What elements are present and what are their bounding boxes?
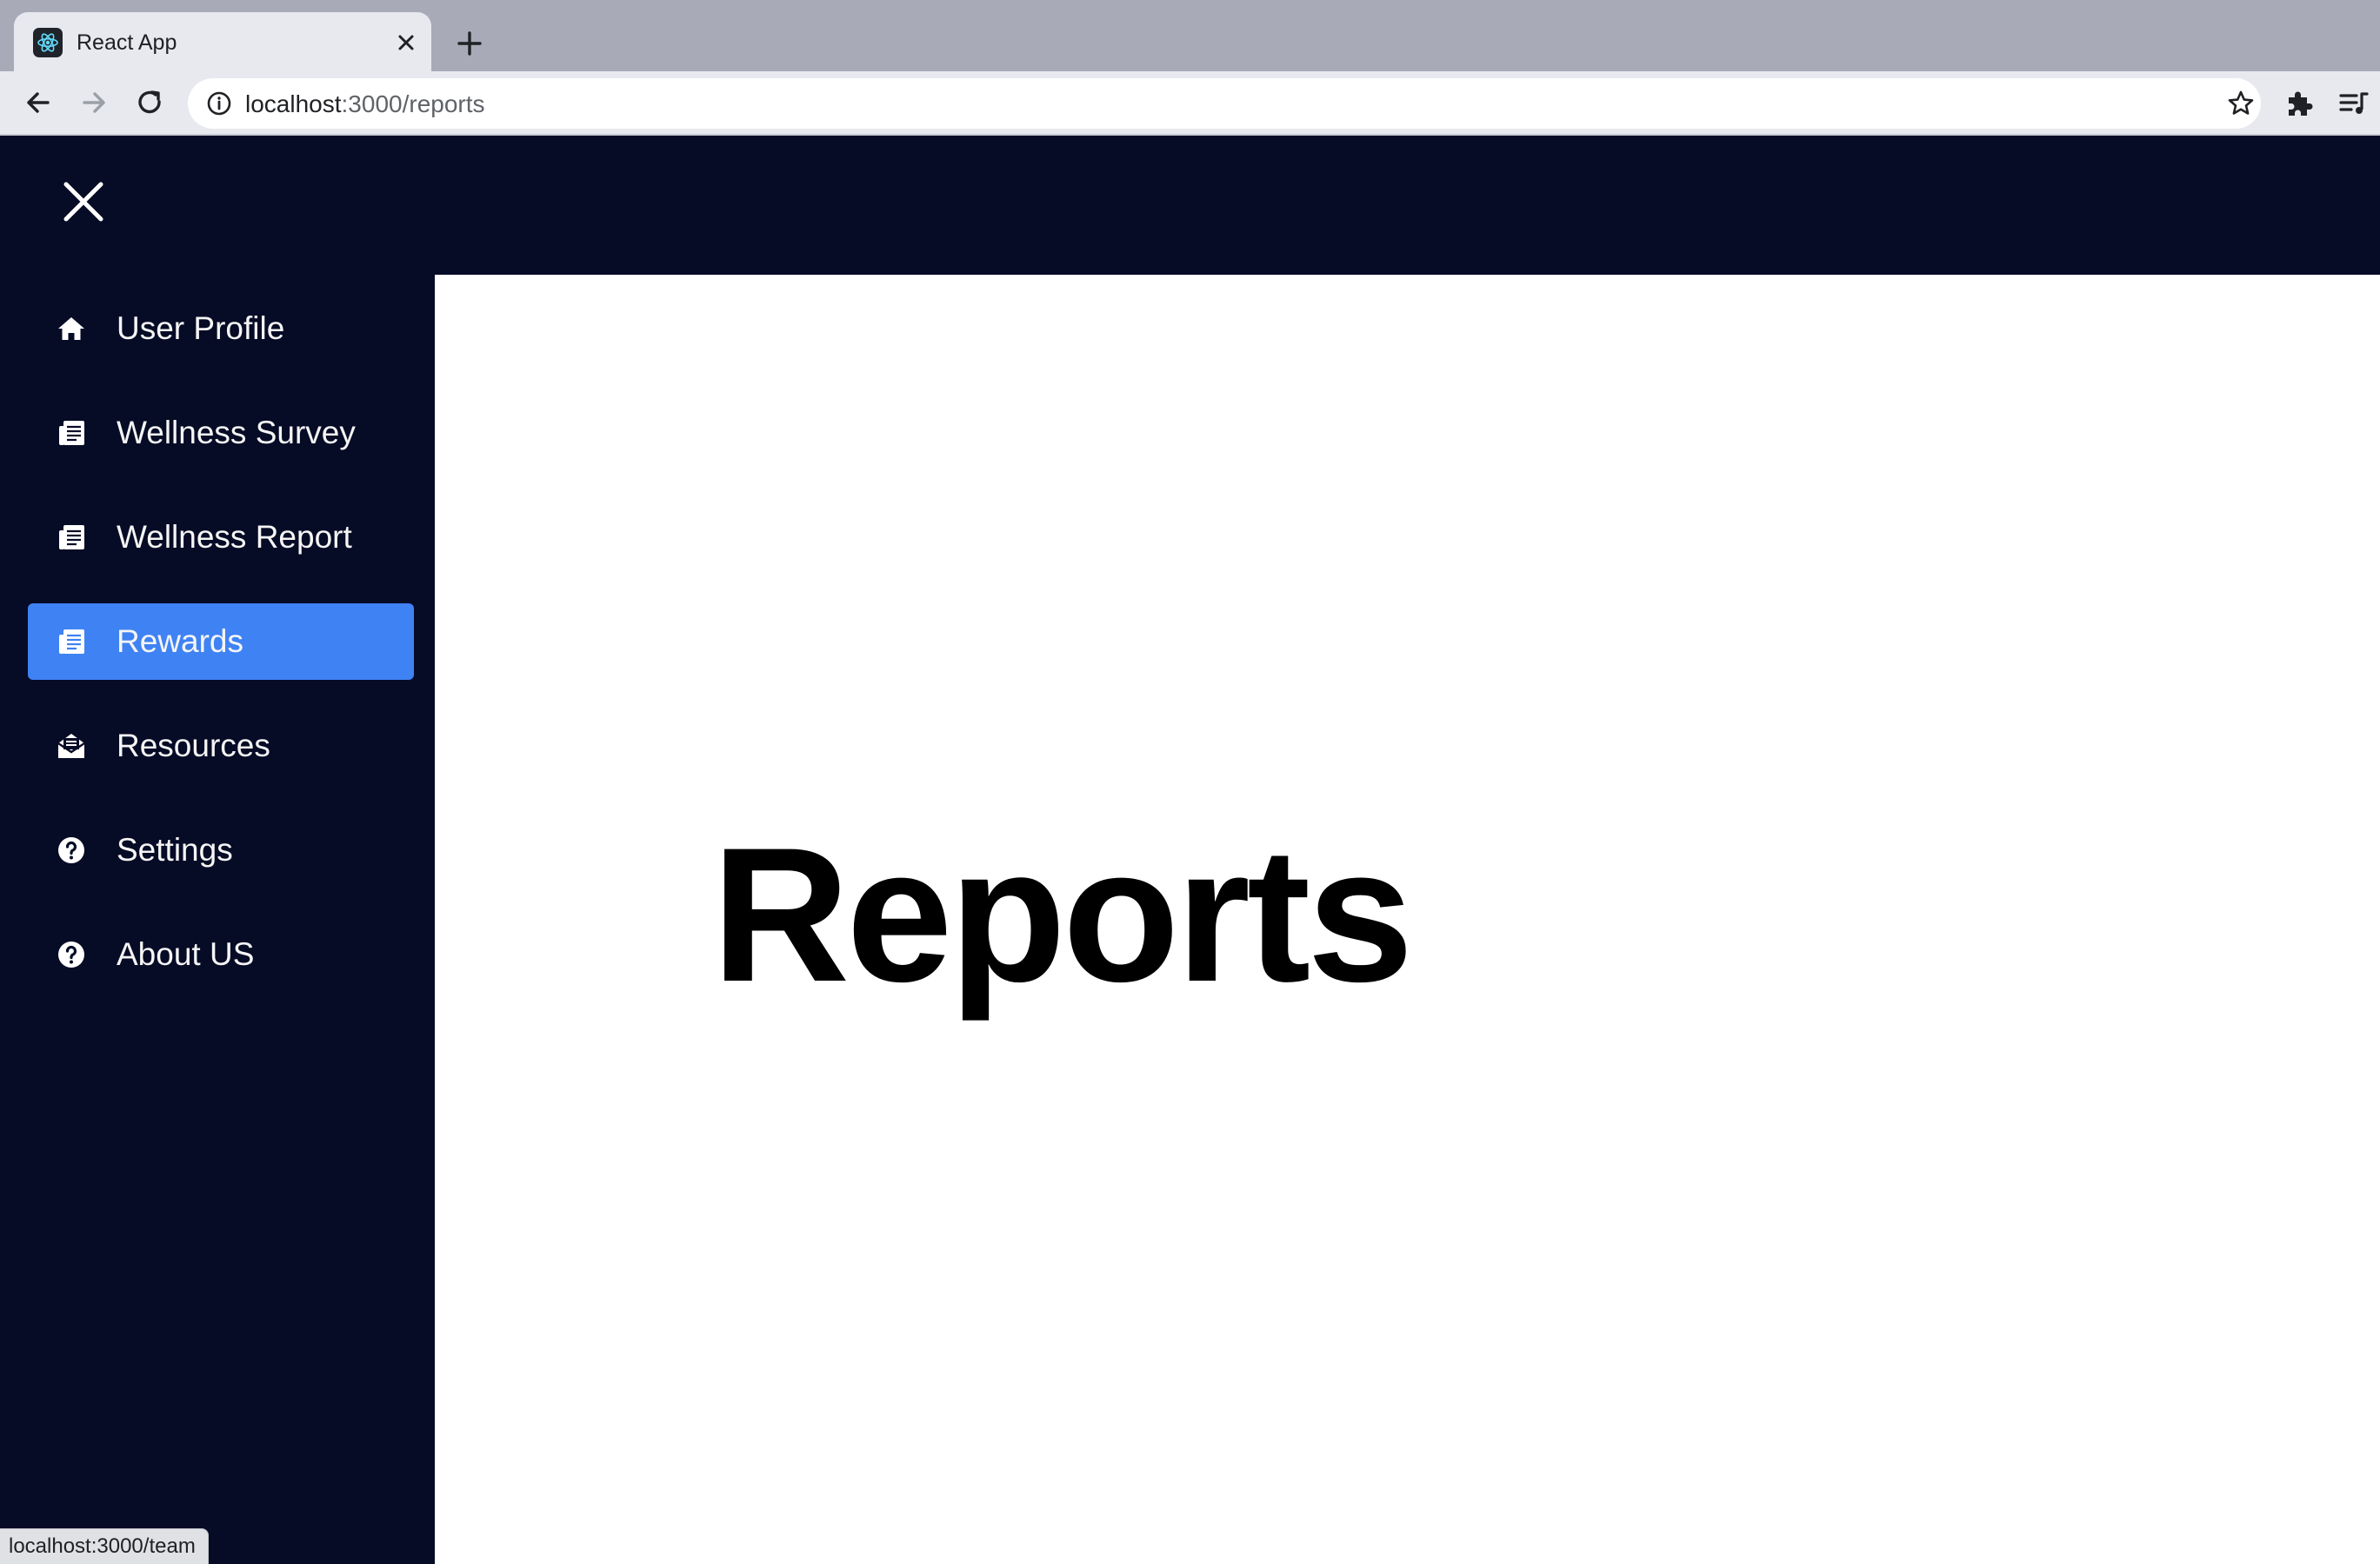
extensions-puzzle-icon[interactable]	[2282, 87, 2315, 120]
new-tab-plus-icon[interactable]	[452, 26, 487, 61]
sidebar-nav: User Profile Wellness Survey Wellness Re…	[0, 275, 435, 1564]
tab-title: React App	[77, 30, 177, 55]
sidebar-item-label: Settings	[117, 832, 233, 868]
sidebar-item-label: User Profile	[117, 310, 285, 346]
react-favicon-icon	[33, 28, 63, 57]
main-content: Reports	[435, 275, 2380, 1564]
bookmark-star-icon[interactable]	[2226, 89, 2256, 118]
home-icon	[58, 317, 84, 340]
sidebar-item-resources[interactable]: Resources	[28, 708, 414, 784]
link-status-bubble: localhost:3000/team	[0, 1528, 209, 1564]
back-arrow-icon[interactable]	[21, 85, 56, 120]
browser-tab[interactable]: React App	[14, 12, 431, 71]
sidebar-item-label: Wellness Survey	[117, 415, 356, 450]
reload-icon[interactable]	[132, 85, 167, 120]
url-path: :3000/reports	[341, 90, 485, 117]
sidebar-item-label: Rewards	[117, 623, 243, 659]
address-bar[interactable]: localhost:3000/reports	[188, 78, 2261, 129]
forward-arrow-icon[interactable]	[77, 85, 111, 120]
document-icon	[59, 421, 84, 445]
sidebar-item-rewards[interactable]: Rewards	[28, 603, 414, 680]
envelope-open-icon	[57, 734, 85, 758]
sidebar-item-label: About US	[117, 936, 255, 972]
close-menu-icon[interactable]	[59, 177, 108, 226]
question-circle-icon	[58, 942, 84, 968]
sidebar-item-wellness-survey[interactable]: Wellness Survey	[28, 395, 414, 471]
url-text: localhost:3000/reports	[245, 90, 485, 118]
sidebar-item-about-us[interactable]: About US	[28, 916, 414, 993]
question-circle-icon	[58, 837, 84, 863]
url-host: localhost	[245, 90, 342, 117]
browser-toolbar: localhost:3000/reports	[0, 71, 2380, 136]
app-topbar	[0, 136, 2380, 275]
browser-tabstrip: React App	[0, 0, 2380, 71]
site-info-icon[interactable]	[205, 90, 233, 117]
tab-close-icon[interactable]	[393, 30, 419, 56]
media-queue-icon[interactable]	[2337, 87, 2370, 120]
sidebar-item-label: Wellness Report	[117, 519, 352, 555]
page-title: Reports	[711, 808, 1413, 1022]
sidebar-item-user-profile[interactable]: User Profile	[28, 290, 414, 367]
document-icon	[59, 629, 84, 654]
sidebar-item-wellness-report[interactable]: Wellness Report	[28, 499, 414, 576]
document-icon	[59, 525, 84, 549]
sidebar-item-settings[interactable]: Settings	[28, 812, 414, 888]
sidebar-item-label: Resources	[117, 728, 270, 763]
